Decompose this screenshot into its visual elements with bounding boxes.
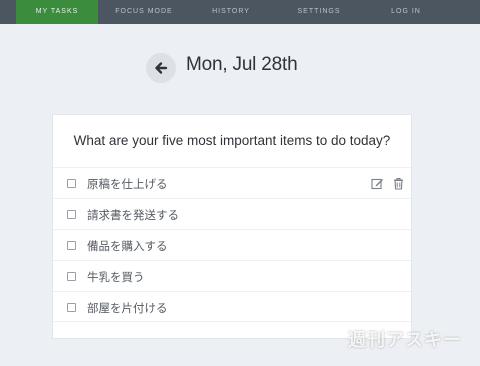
task-row: 備品を購入する [53,229,411,260]
nav-log-in[interactable]: LOG IN [378,0,434,24]
trash-icon[interactable] [392,177,405,190]
nav-history[interactable]: HISTORY [196,0,266,24]
task-row: 原稿を仕上げる [53,167,411,198]
task-row: 部屋を片付ける [53,291,411,322]
task-checkbox[interactable] [67,241,76,250]
task-text[interactable]: 備品を購入する [87,238,168,254]
page-title: Mon, Jul 28th [186,54,298,75]
back-button[interactable] [146,53,176,83]
watermark-logo: 週刊アスキー [348,330,462,350]
task-list: 原稿を仕上げる 請求書を発送する 備品を購入する 牛乳を買う 部屋を片付ける [53,167,411,322]
task-text[interactable]: 請求書を発送する [87,207,179,223]
task-checkbox[interactable] [67,210,76,219]
card-question: What are your five most important items … [73,133,391,148]
task-row: 牛乳を買う [53,260,411,291]
edit-icon[interactable] [370,177,384,190]
nav-settings[interactable]: SETTINGS [284,0,354,24]
task-checkbox[interactable] [67,303,76,312]
nav-my-tasks[interactable]: MY TASKS [16,0,98,24]
task-text[interactable]: 原稿を仕上げる [87,176,168,192]
nav-focus-mode[interactable]: FOCUS MODE [104,0,184,24]
task-row: 請求書を発送する [53,198,411,229]
task-text[interactable]: 牛乳を買う [87,269,145,285]
task-text[interactable]: 部屋を片付ける [87,300,168,316]
arrow-left-icon [155,62,168,74]
task-card: What are your five most important items … [52,114,412,339]
task-checkbox[interactable] [67,179,76,188]
top-navigation: MY TASKS FOCUS MODE HISTORY SETTINGS LOG… [0,0,480,24]
task-checkbox[interactable] [67,272,76,281]
row-actions [367,177,405,191]
